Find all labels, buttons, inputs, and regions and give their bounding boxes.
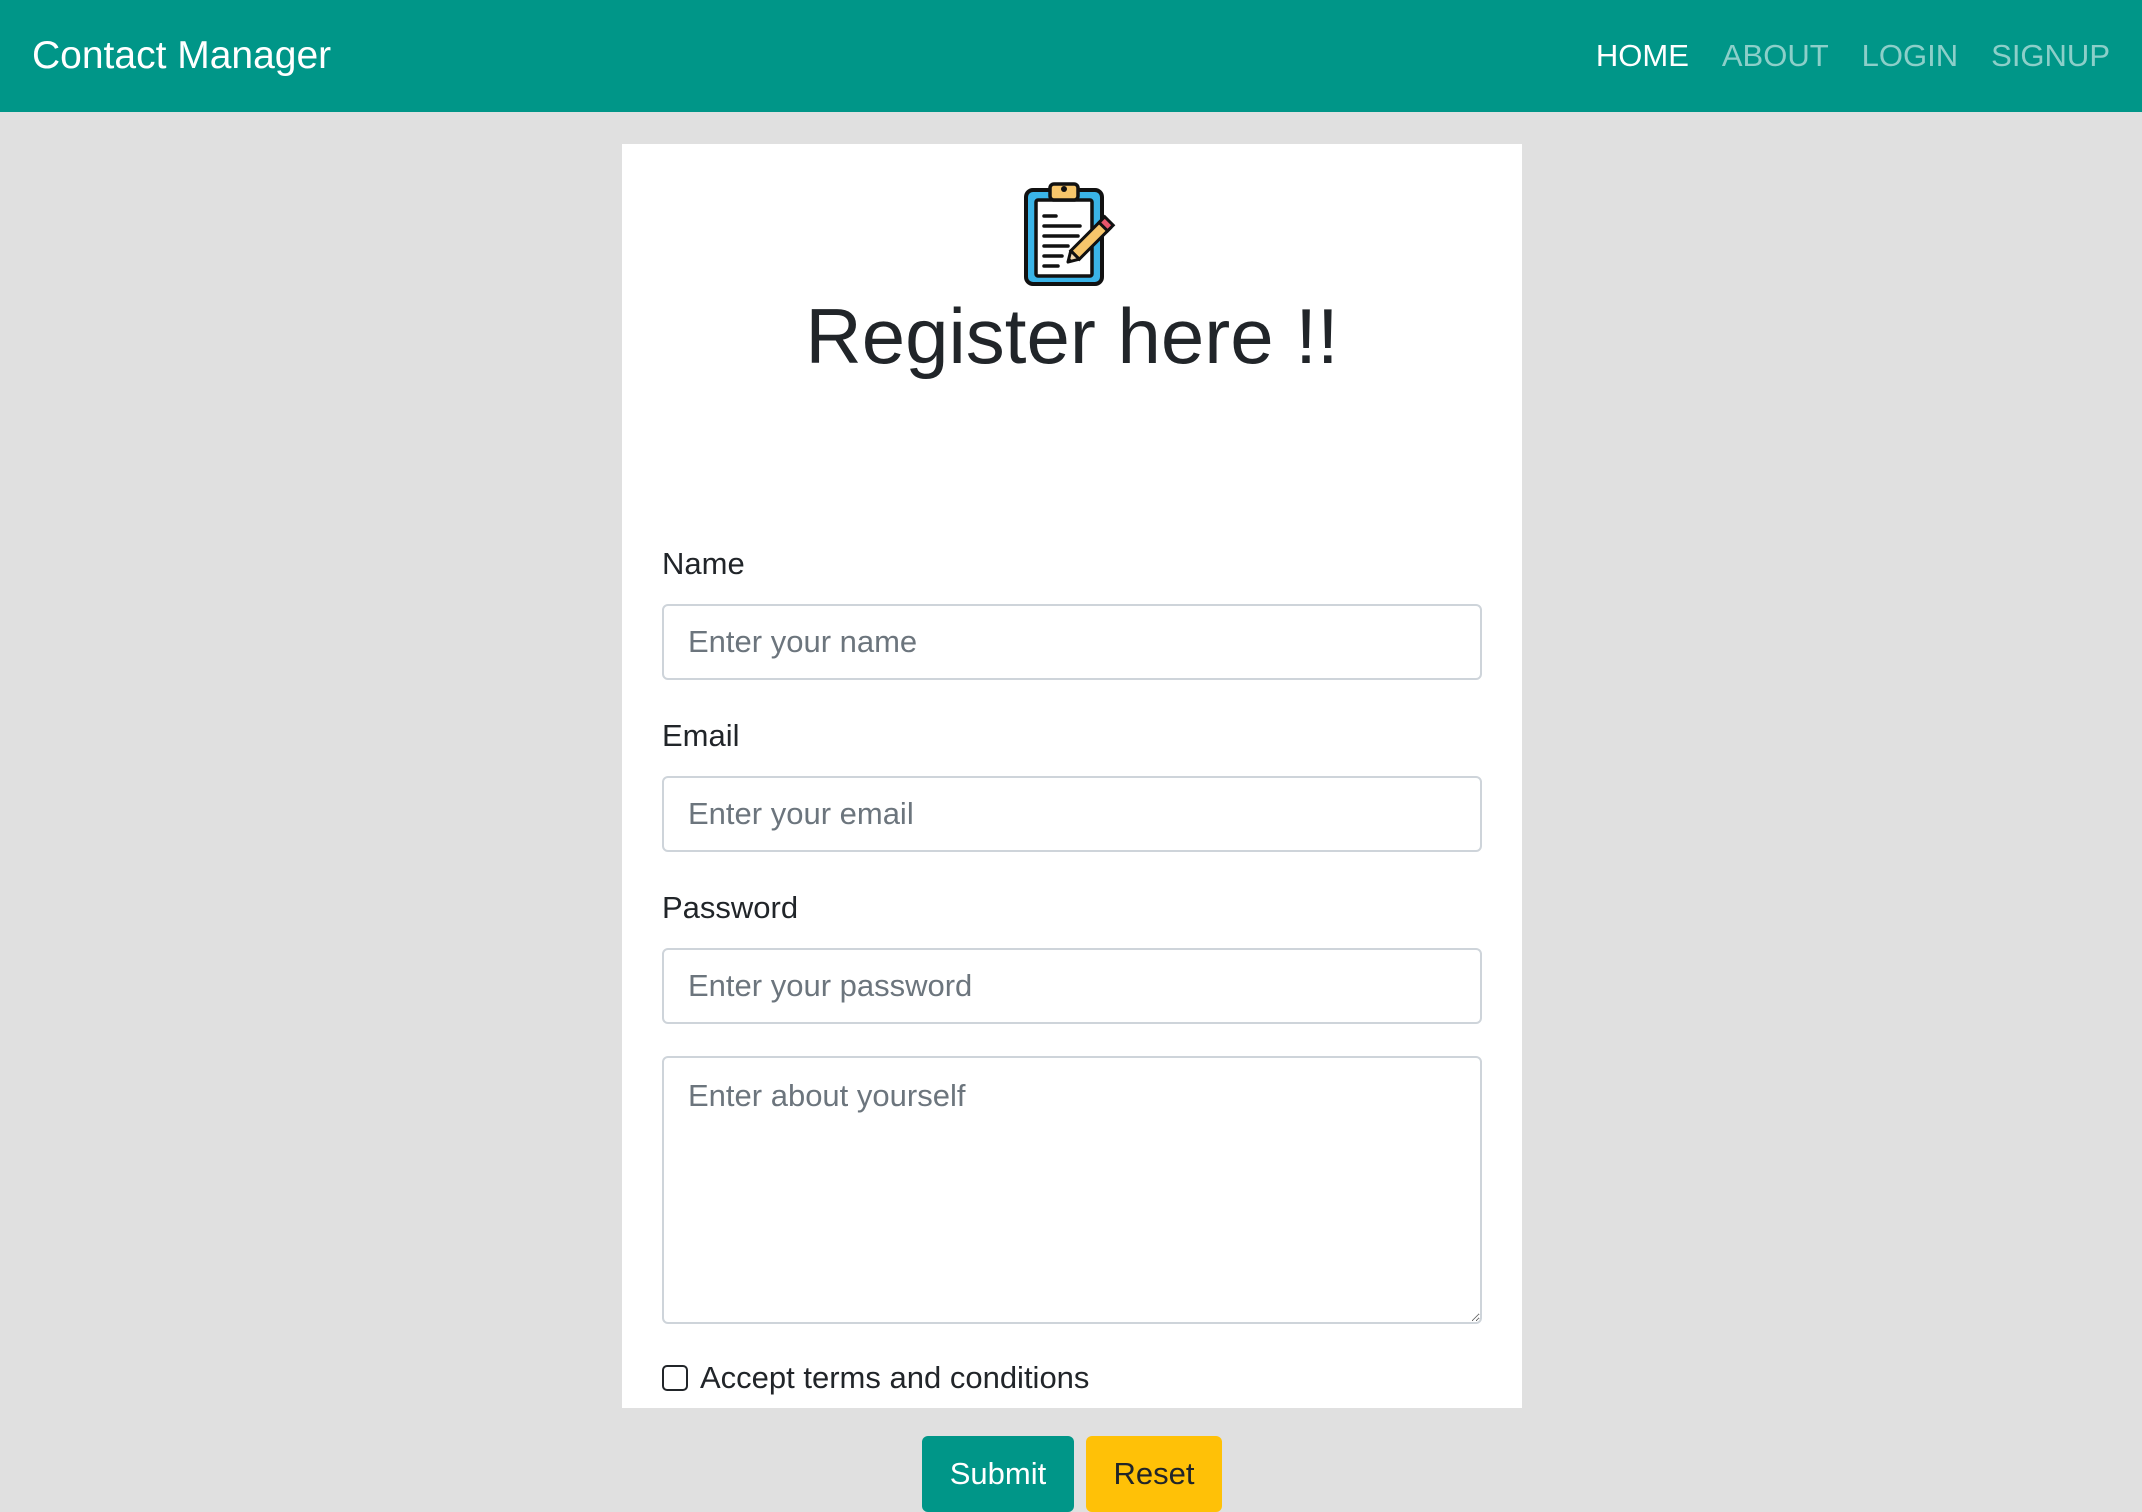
reset-button[interactable]: Reset [1086, 1436, 1222, 1512]
nav-home[interactable]: HOME [1596, 38, 1689, 74]
register-card: Register here !! Name Email Password Acc… [622, 144, 1522, 1512]
name-input[interactable] [662, 604, 1482, 680]
nav-login[interactable]: LOGIN [1862, 38, 1958, 74]
form-buttons: Submit Reset [622, 1436, 1522, 1512]
page-title: Register here !! [805, 292, 1339, 380]
clipboard-pencil-icon [1024, 182, 1116, 286]
submit-button[interactable]: Submit [922, 1436, 1074, 1512]
navbar: Contact Manager HOME ABOUT LOGIN SIGNUP [0, 0, 2142, 112]
about-textarea[interactable] [662, 1056, 1482, 1324]
email-label: Email [662, 718, 740, 753]
nav-links: HOME ABOUT LOGIN SIGNUP [1596, 38, 2110, 74]
password-input[interactable] [662, 948, 1482, 1024]
nav-about[interactable]: ABOUT [1722, 38, 1829, 74]
logo-container [622, 182, 1522, 286]
terms-checkbox[interactable] [662, 1365, 688, 1391]
name-label: Name [662, 546, 745, 581]
terms-label: Accept terms and conditions [700, 1360, 1090, 1395]
nav-signup[interactable]: SIGNUP [1991, 38, 2110, 74]
password-label: Password [662, 890, 799, 925]
email-input[interactable] [662, 776, 1482, 852]
terms-row: Accept terms and conditions [662, 1360, 1089, 1396]
brand-link[interactable]: Contact Manager [32, 34, 331, 78]
